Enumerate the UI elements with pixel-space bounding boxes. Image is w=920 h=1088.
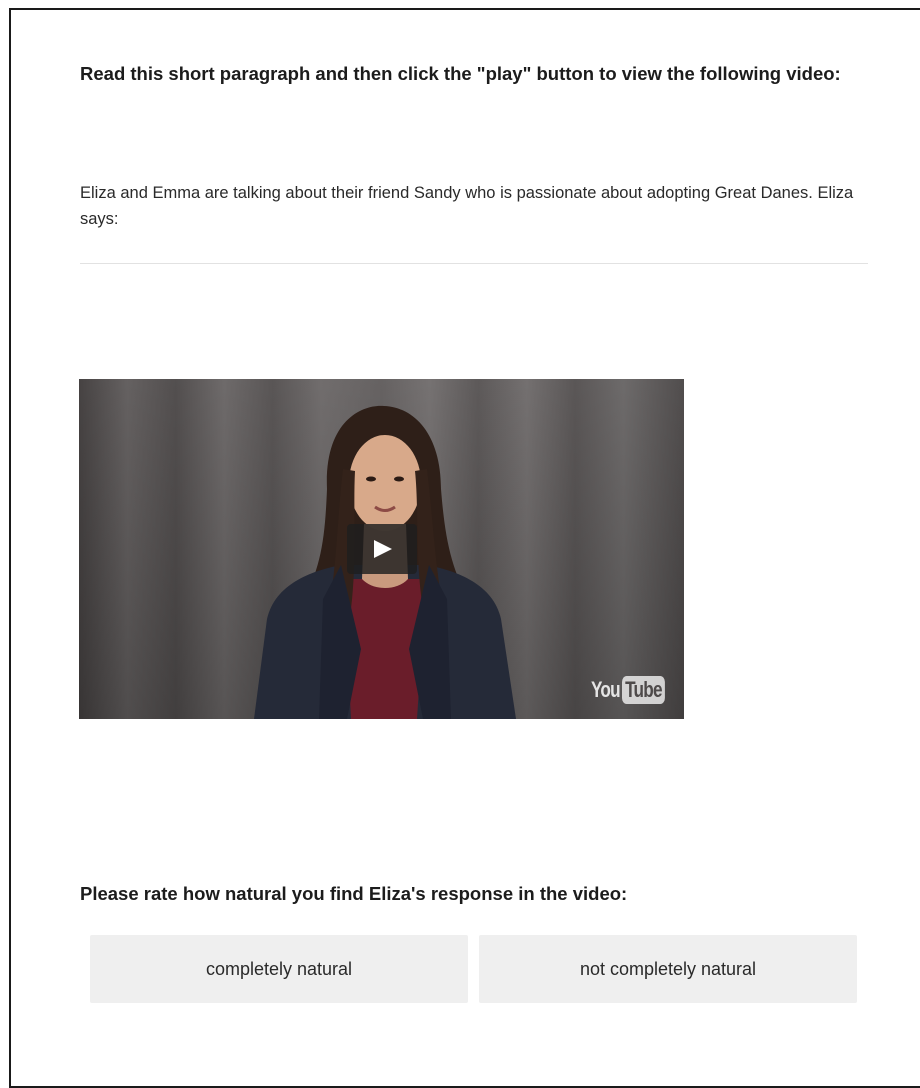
youtube-logo[interactable]: You Tube — [591, 676, 677, 704]
rating-question: Please rate how natural you find Eliza's… — [80, 883, 628, 904]
instruction-text: Read this short paragraph and then click… — [80, 63, 841, 84]
context-paragraph: Eliza and Emma are talking about their f… — [80, 184, 854, 228]
play-button[interactable] — [347, 524, 417, 574]
youtube-logo-tube: Tube — [621, 676, 665, 704]
youtube-logo-you: You — [591, 677, 621, 702]
choice-not-completely-natural[interactable]: not completely natural — [479, 935, 857, 1003]
play-icon — [374, 540, 392, 558]
choice-completely-natural[interactable]: completely natural — [90, 935, 468, 1003]
divider — [80, 263, 868, 264]
